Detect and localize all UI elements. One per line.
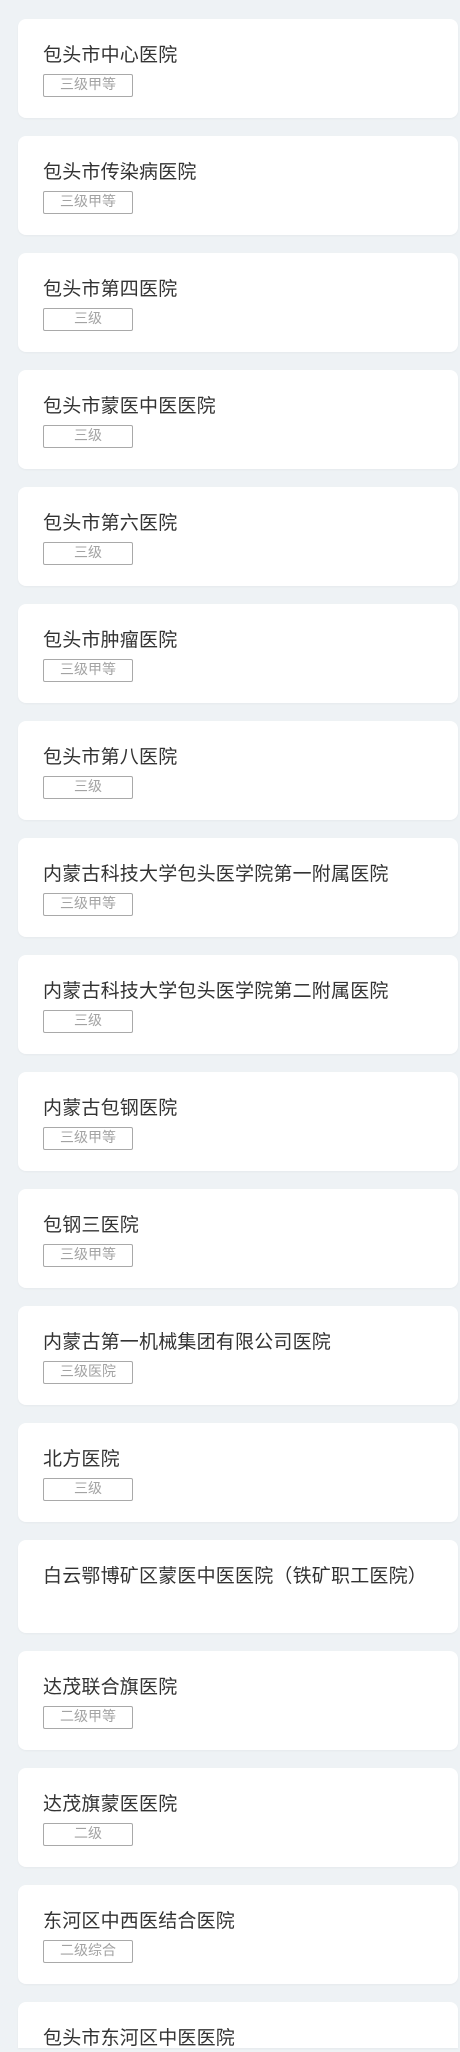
hospital-name: 内蒙古科技大学包头医学院第二附属医院 <box>43 980 389 1002</box>
hospital-name: 包头市第八医院 <box>43 746 178 768</box>
hospital-name: 北方医院 <box>43 1448 120 1470</box>
hospital-card[interactable]: 包头市东河区中医医院 <box>18 2002 458 2049</box>
hospital-card[interactable]: 内蒙古科技大学包头医学院第二附属医院 三级 <box>18 955 458 1054</box>
hospital-name: 达茂旗蒙医医院 <box>43 1793 178 1815</box>
hospital-level-badge: 三级甲等 <box>43 893 133 916</box>
hospital-card[interactable]: 包头市中心医院 三级甲等 <box>18 19 458 118</box>
hospital-card[interactable]: 北方医院 三级 <box>18 1423 458 1522</box>
hospital-card[interactable]: 东河区中西医结合医院 二级综合 <box>18 1885 458 1984</box>
hospital-card[interactable]: 包钢三医院 三级甲等 <box>18 1189 458 1288</box>
hospital-card[interactable]: 包头市第四医院 三级 <box>18 253 458 352</box>
hospital-card[interactable]: 内蒙古第一机械集团有限公司医院 三级医院 <box>18 1306 458 1405</box>
hospital-level-badge: 三级 <box>43 776 133 799</box>
hospital-name: 包头市第六医院 <box>43 512 178 534</box>
hospital-card[interactable]: 包头市第八医院 三级 <box>18 721 458 820</box>
hospital-name: 达茂联合旗医院 <box>43 1676 178 1698</box>
hospital-card[interactable]: 内蒙古包钢医院 三级甲等 <box>18 1072 458 1171</box>
hospital-card[interactable]: 白云鄂博矿区蒙医中医医院（铁矿职工医院） <box>18 1540 458 1633</box>
hospital-name: 内蒙古包钢医院 <box>43 1097 178 1119</box>
hospital-card[interactable]: 包头市蒙医中医医院 三级 <box>18 370 458 469</box>
hospital-card[interactable]: 包头市第六医院 三级 <box>18 487 458 586</box>
hospital-level-badge: 三级 <box>43 1010 133 1033</box>
hospital-name: 白云鄂博矿区蒙医中医医院（铁矿职工医院） <box>43 1565 428 1587</box>
hospital-level-badge: 三级 <box>43 1478 133 1501</box>
hospital-name: 内蒙古科技大学包头医学院第一附属医院 <box>43 863 389 885</box>
hospital-level-badge: 二级甲等 <box>43 1706 133 1729</box>
hospital-card[interactable]: 包头市传染病医院 三级甲等 <box>18 136 458 235</box>
hospital-level-badge: 三级甲等 <box>43 191 133 214</box>
hospital-level-badge: 三级医院 <box>43 1361 133 1384</box>
hospital-card[interactable]: 达茂联合旗医院 二级甲等 <box>18 1651 458 1750</box>
hospital-level-badge: 三级甲等 <box>43 1127 133 1150</box>
hospital-card[interactable]: 内蒙古科技大学包头医学院第一附属医院 三级甲等 <box>18 838 458 937</box>
hospital-level-badge: 三级甲等 <box>43 659 133 682</box>
hospital-card[interactable]: 包头市肿瘤医院 三级甲等 <box>18 604 458 703</box>
hospital-name: 包头市肿瘤医院 <box>43 629 178 651</box>
hospital-level-badge: 三级 <box>43 425 133 448</box>
hospital-level-badge: 三级甲等 <box>43 74 133 97</box>
hospital-name: 内蒙古第一机械集团有限公司医院 <box>43 1331 332 1353</box>
hospital-name: 东河区中西医结合医院 <box>43 1910 236 1932</box>
hospital-level-badge: 二级综合 <box>43 1940 133 1963</box>
hospital-level-badge: 三级 <box>43 308 133 331</box>
hospital-list: 包头市中心医院 三级甲等 包头市传染病医院 三级甲等 包头市第四医院 三级 包头… <box>0 0 460 2049</box>
hospital-level-badge: 三级 <box>43 542 133 565</box>
hospital-name: 包头市中心医院 <box>43 44 178 66</box>
hospital-name: 包头市蒙医中医医院 <box>43 395 216 417</box>
hospital-name: 包头市传染病医院 <box>43 161 197 183</box>
hospital-level-badge: 二级 <box>43 1823 133 1846</box>
hospital-name: 包头市第四医院 <box>43 278 178 300</box>
hospital-name: 包钢三医院 <box>43 1214 140 1236</box>
hospital-card[interactable]: 达茂旗蒙医医院 二级 <box>18 1768 458 1867</box>
hospital-level-badge: 三级甲等 <box>43 1244 133 1267</box>
